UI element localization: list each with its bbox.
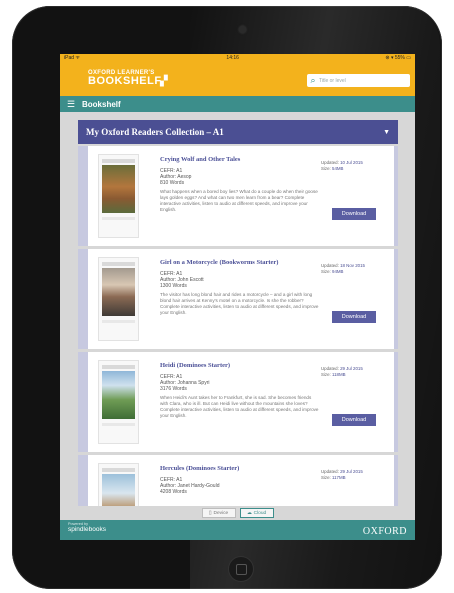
updated-value: 18 Nov 2015: [340, 263, 365, 268]
updated-value: 10 Jul 2015: [340, 160, 363, 165]
collection-title: My Oxford Readers Collection – A1: [86, 127, 224, 137]
book-meta: CEFR: A1 Author: Janet Hardy-Gould 4208 …: [160, 477, 219, 495]
book-words: 4208 Words: [160, 489, 187, 495]
search-icon: ⌕: [310, 75, 316, 85]
camera-icon: [239, 26, 246, 33]
battery-label: ⊛ ▾ 55% ▭: [385, 55, 411, 61]
menu-icon[interactable]: ☰: [60, 96, 82, 112]
nav-title: Bookshelf: [82, 99, 121, 109]
powered-by-label: Powered by: [68, 522, 89, 526]
collection-header[interactable]: My Oxford Readers Collection – A1 ▼: [78, 120, 398, 144]
tab-device-label: Device: [213, 510, 229, 516]
logo-line-2: BOOKSHELF: [88, 75, 162, 87]
spindlebooks-logo: Powered by spindlebooks: [68, 522, 106, 533]
cloud-icon: ☁: [246, 510, 252, 516]
size-label: Size:: [321, 372, 331, 377]
book-cover[interactable]: [98, 463, 139, 506]
app-logo: OXFORD LEARNER'S BOOKSHELF: [88, 70, 162, 87]
book-item: Hercules (Dominoes Starter) CEFR: A1 Aut…: [78, 455, 398, 506]
book-info: Updated: 29 Jul 2015 Size: 117MB: [321, 469, 376, 481]
status-bar: iPad ᯤ 14:16 ⊛ ▾ 55% ▭: [60, 54, 415, 62]
chevron-down-icon[interactable]: ▼: [383, 129, 390, 136]
book-words: 3176 Words: [160, 386, 187, 392]
book-cover[interactable]: [98, 154, 139, 238]
tab-device[interactable]: ▯ Device: [201, 508, 236, 518]
updated-label: Updated:: [321, 160, 339, 165]
book-description: When Heidi's Aunt takes her to Frankfurt…: [160, 395, 319, 418]
book-list: Crying Wolf and Other Tales CEFR: A1 Aut…: [78, 146, 398, 506]
size-label: Size:: [321, 475, 331, 480]
updated-value: 29 Jul 2015: [340, 366, 363, 371]
book-title[interactable]: Hercules (Dominoes Starter): [160, 465, 239, 472]
size-label: Size:: [321, 166, 331, 171]
book-meta: CEFR: A1 Author: Johanna Spyri 3176 Word…: [160, 374, 209, 392]
book-item: Girl on a Motorcycle (Bookworms Starter)…: [78, 249, 398, 349]
app-screen: iPad ᯤ 14:16 ⊛ ▾ 55% ▭ OXFORD LEARNER'S …: [60, 54, 415, 540]
book-words: 810 Words: [160, 180, 185, 186]
book-title[interactable]: Girl on a Motorcycle (Bookworms Starter): [160, 259, 278, 266]
book-description: What happens when a bored boy lies? What…: [160, 189, 318, 212]
book-info: Updated: 10 Jul 2015 Size: 54MB: [321, 160, 376, 172]
download-button[interactable]: Download: [332, 414, 376, 426]
updated-label: Updated:: [321, 263, 339, 268]
download-button[interactable]: Download: [332, 311, 376, 323]
book-title[interactable]: Crying Wolf and Other Tales: [160, 156, 240, 163]
updated-value: 29 Jul 2015: [340, 469, 363, 474]
source-tabs: ▯ Device ☁ Cloud: [60, 506, 415, 520]
book-description: The visitor has long blond hair and ride…: [160, 292, 319, 315]
updated-label: Updated:: [321, 469, 339, 474]
search-box[interactable]: ⌕ Title or level: [307, 74, 410, 87]
size-value: 118MB: [332, 372, 346, 377]
logo-mark-icon: ▞: [160, 76, 168, 87]
download-button[interactable]: Download: [332, 208, 376, 220]
book-words: 1300 Words: [160, 283, 187, 289]
book-title[interactable]: Heidi (Dominoes Starter): [160, 362, 230, 369]
updated-label: Updated:: [321, 366, 339, 371]
app-header: OXFORD LEARNER'S BOOKSHELF ▞ ⌕ Title or …: [60, 62, 415, 96]
tab-cloud-label: Cloud: [253, 510, 267, 516]
book-cover[interactable]: [98, 360, 139, 444]
size-value: 94MB: [332, 269, 344, 274]
nav-bar: ☰ Bookshelf: [60, 96, 415, 112]
search-placeholder: Title or level: [319, 77, 346, 84]
app-footer: Powered by spindlebooks OXFORD: [60, 520, 415, 540]
book-cover[interactable]: [98, 257, 139, 341]
tablet-icon: ▯: [208, 510, 212, 516]
book-meta: CEFR: A1 Author: John Escott 1300 Words: [160, 271, 204, 289]
carrier-label: iPad ᯤ: [64, 55, 80, 61]
size-value: 54MB: [332, 166, 344, 171]
book-info: Updated: 29 Jul 2015 Size: 118MB: [321, 366, 376, 378]
size-value: 117MB: [332, 475, 346, 480]
clock-label: 14:16: [226, 55, 239, 61]
book-info: Updated: 18 Nov 2015 Size: 94MB: [321, 263, 376, 275]
size-label: Size:: [321, 269, 331, 274]
home-button[interactable]: [229, 557, 253, 581]
tab-cloud[interactable]: ☁ Cloud: [239, 508, 274, 518]
book-meta: CEFR: A1 Author: Aesop 810 Words: [160, 168, 191, 186]
oxford-logo: OXFORD: [362, 526, 407, 537]
book-item: Crying Wolf and Other Tales CEFR: A1 Aut…: [78, 146, 398, 246]
brand-label: spindlebooks: [68, 526, 106, 533]
book-item: Heidi (Dominoes Starter) CEFR: A1 Author…: [78, 352, 398, 452]
